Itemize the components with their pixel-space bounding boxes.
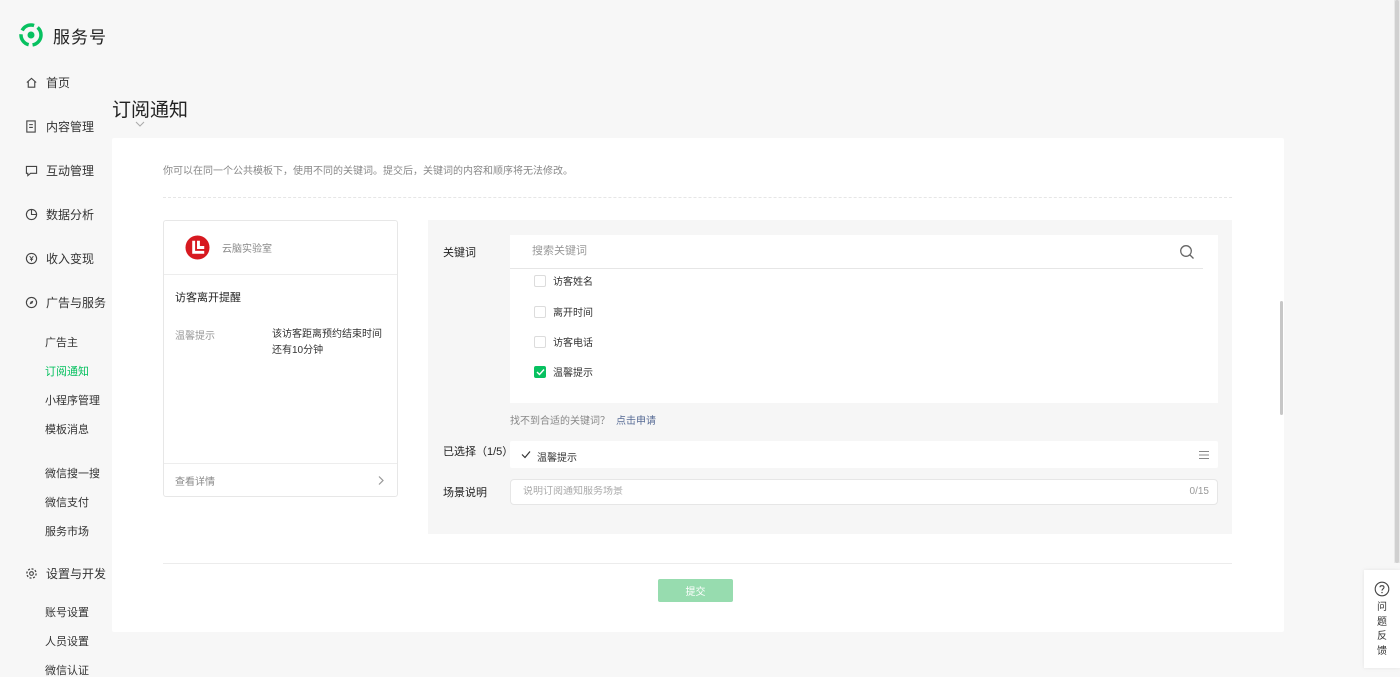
sidebar-item-account-settings[interactable]: 账号设置	[45, 604, 89, 620]
sidebar-item-mini-program[interactable]: 小程序管理	[45, 392, 100, 408]
keyword-search-input[interactable]	[532, 245, 1152, 257]
home-icon	[24, 76, 38, 90]
apply-keyword-link[interactable]: 点击申请	[616, 416, 656, 427]
search-icon[interactable]	[1179, 244, 1195, 260]
chat-icon	[24, 164, 38, 178]
sidebar-item-wechat-pay[interactable]: 微信支付	[45, 494, 89, 510]
chevron-down-icon[interactable]	[134, 120, 146, 128]
page-title: 订阅通知	[112, 100, 189, 121]
keyword-help-text: 找不到合适的关键词？	[510, 416, 610, 427]
sidebar-item-service-market[interactable]: 服务市场	[45, 523, 89, 539]
nav-item-content[interactable]: 内容管理	[24, 118, 94, 135]
checkbox[interactable]	[534, 274, 546, 287]
sidebar-item-member-settings[interactable]: 人员设置	[45, 633, 89, 649]
divider	[163, 197, 1232, 198]
keyword-picker: 访客姓名 离开时间 访客电话 温馨提示	[510, 235, 1283, 415]
view-details-link[interactable]: 查看详情	[164, 463, 397, 496]
keyword-list-scrollbar[interactable]	[1280, 301, 1283, 415]
pie-chart-icon	[24, 208, 38, 222]
char-counter: 0/15	[1189, 486, 1209, 497]
preview-field-label: 温馨提示	[175, 331, 215, 342]
scene-label: 场景说明	[443, 487, 487, 499]
keyword-option[interactable]: 温馨提示	[534, 364, 593, 379]
check-icon	[521, 451, 531, 459]
gear-icon	[24, 567, 38, 581]
nav-label: 设置与开发	[46, 567, 107, 581]
compass-icon	[24, 296, 38, 310]
keyword-config-panel: 关键词 访客姓名 离开时间 访客电话 温馨提示	[428, 220, 1283, 534]
keyword-option-label: 访客姓名	[553, 277, 593, 288]
nav-item-settings-dev[interactable]: 设置与开发	[24, 565, 106, 582]
selected-keyword-label: 温馨提示	[537, 453, 577, 464]
sidebar-item-advertiser[interactable]: 广告主	[45, 334, 78, 350]
scene-description-field[interactable]: 0/15	[510, 479, 1218, 505]
sidebar-item-wechat-verify[interactable]: 微信认证	[45, 662, 89, 677]
keyword-search-bar	[510, 235, 1203, 269]
drag-handle-icon[interactable]	[1198, 450, 1210, 460]
check-icon	[536, 368, 545, 376]
brand[interactable]: 服务号	[18, 22, 107, 48]
service-account-logo-icon	[19, 23, 43, 47]
checkbox[interactable]	[534, 335, 546, 348]
keyword-help: 找不到合适的关键词？ 点击申请	[510, 412, 656, 427]
nav-item-ads-services[interactable]: 广告与服务	[24, 294, 106, 311]
keyword-label: 关键词	[443, 247, 476, 259]
submit-button[interactable]: 提交	[658, 579, 733, 602]
account-avatar-icon	[185, 235, 210, 260]
sidebar: 服务号 首页 内容管理 互动管理 数据分析 收入变现 广告与服务 广告主 订阅通…	[0, 0, 112, 677]
scene-description-input[interactable]	[523, 486, 1123, 497]
checkbox[interactable]	[534, 305, 546, 318]
nav-item-analytics[interactable]: 数据分析	[24, 206, 94, 223]
intro-text: 你可以在同一个公共模板下，使用不同的关键词。提交后，关键词的内容和顺序将无法修改…	[163, 166, 573, 177]
nav-label: 首页	[46, 76, 71, 90]
keyword-option[interactable]: 访客电话	[534, 334, 593, 349]
chevron-right-icon	[378, 475, 384, 485]
view-details-label: 查看详情	[175, 476, 215, 488]
nav-item-home[interactable]: 首页	[24, 74, 70, 91]
main-card: 你可以在同一个公共模板下，使用不同的关键词。提交后，关键词的内容和顺序将无法修改…	[112, 138, 1284, 632]
keyword-option[interactable]: 离开时间	[534, 304, 593, 319]
nav-item-monetize[interactable]: 收入变现	[24, 250, 94, 267]
feedback-button[interactable]: 问题反馈	[1364, 570, 1400, 668]
nav-label: 收入变现	[46, 252, 95, 266]
keyword-option-label: 温馨提示	[553, 368, 593, 379]
keyword-option[interactable]: 访客姓名	[534, 273, 593, 288]
nav-label: 数据分析	[46, 208, 95, 222]
yuan-icon	[24, 252, 38, 266]
divider	[163, 563, 1232, 564]
nav-item-interaction[interactable]: 互动管理	[24, 162, 94, 179]
selected-label: 已选择（1/5）	[443, 446, 514, 458]
keyword-option-label: 访客电话	[553, 338, 593, 349]
preview-field-value: 该访客距离预约结束时间还有10分钟	[272, 329, 382, 356]
preview-title: 访客离开提醒	[175, 292, 241, 304]
nav-label: 互动管理	[46, 164, 95, 178]
checkbox-checked[interactable]	[534, 365, 546, 378]
brand-title: 服务号	[53, 27, 107, 47]
preview-header: 云脑实验室	[164, 221, 397, 275]
feedback-label: 问题反馈	[1377, 602, 1387, 657]
question-icon	[1374, 581, 1390, 597]
nav-label: 内容管理	[46, 120, 95, 134]
page-scrollbar[interactable]	[1394, 0, 1400, 563]
selected-keyword-item[interactable]: 温馨提示	[510, 441, 1218, 468]
page-scrollbar-thumb[interactable]	[1395, 0, 1399, 563]
sidebar-item-subscription-notice[interactable]: 订阅通知	[45, 363, 89, 379]
nav-label: 广告与服务	[46, 296, 107, 310]
keyword-option-label: 离开时间	[553, 308, 593, 319]
sidebar-item-template-message[interactable]: 模板消息	[45, 421, 89, 437]
preview-account-name: 云脑实验室	[222, 244, 272, 255]
document-icon	[24, 120, 38, 134]
notification-preview: 云脑实验室 访客离开提醒 温馨提示 该访客距离预约结束时间还有10分钟 查看详情	[163, 220, 398, 497]
sidebar-item-wechat-search[interactable]: 微信搜一搜	[45, 465, 100, 481]
